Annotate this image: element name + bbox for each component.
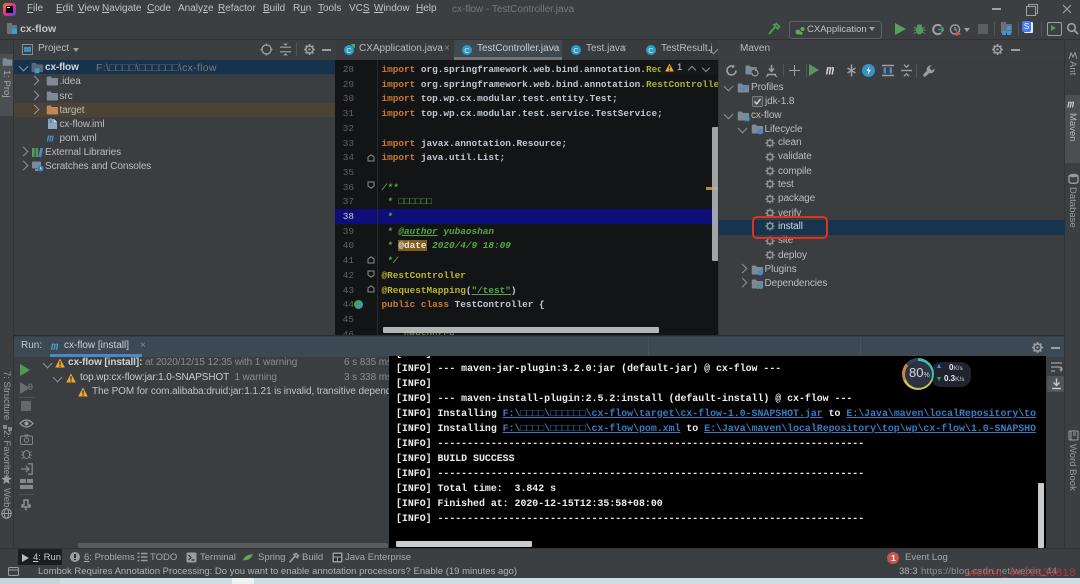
svg-text:m: m [825, 65, 834, 79]
svg-text:m: m [744, 116, 750, 122]
svg-text:C: C [346, 46, 352, 55]
svg-text:m: m [46, 134, 54, 145]
svg-text:m: m [1067, 100, 1075, 111]
svg-text:m: m [50, 340, 59, 353]
svg-text:C: C [464, 46, 470, 55]
svg-text:C: C [648, 46, 654, 55]
svg-text:C: C [573, 46, 579, 55]
